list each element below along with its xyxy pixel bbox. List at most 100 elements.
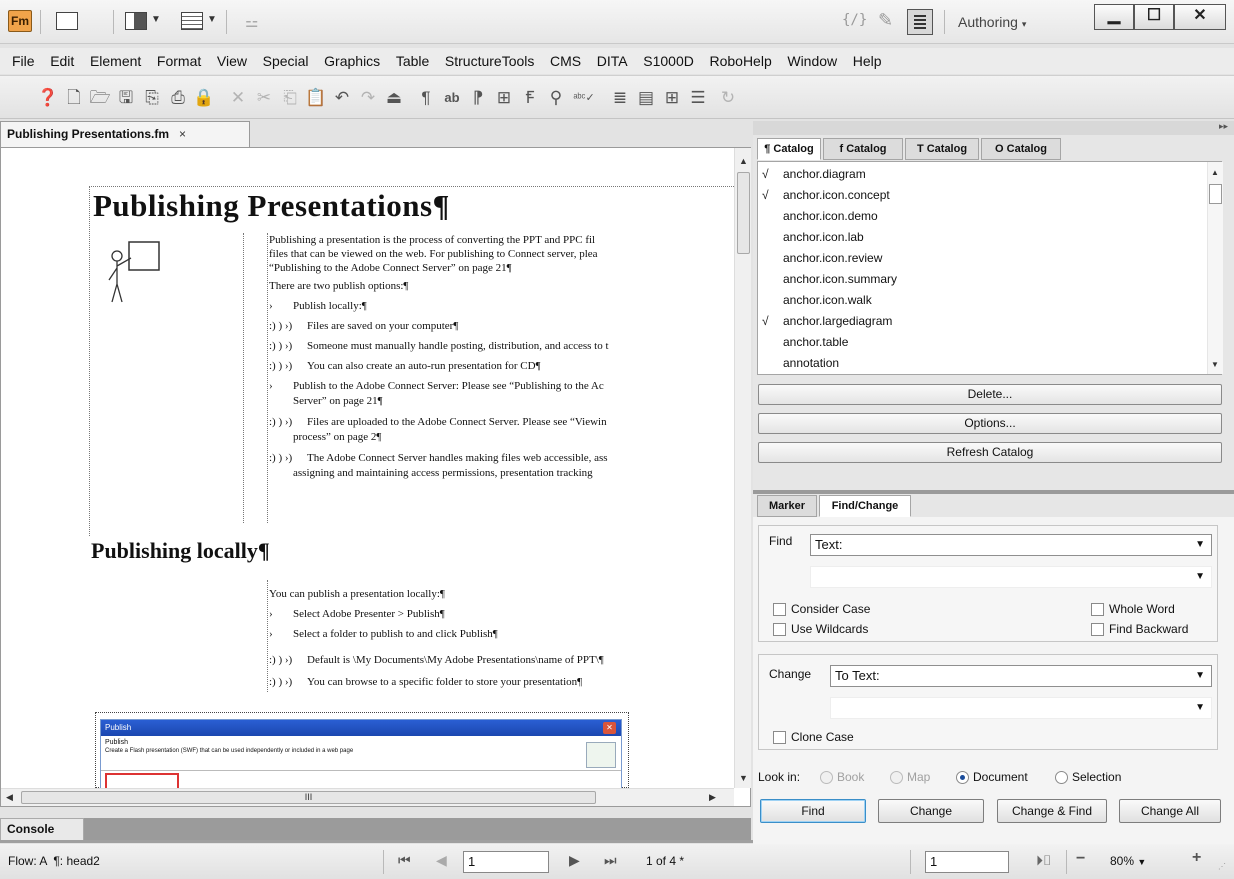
menu-format[interactable]: Format: [157, 48, 201, 74]
delete-icon[interactable]: ✕: [226, 86, 250, 110]
menu-table[interactable]: Table: [396, 48, 429, 74]
use-wildcards-checkbox[interactable]: [773, 623, 786, 636]
chevron-down-icon[interactable]: ▼: [151, 14, 161, 25]
menu-view[interactable]: View: [217, 48, 247, 74]
menu-element[interactable]: Element: [90, 48, 141, 74]
workspace-switcher[interactable]: Authoring ▾: [958, 14, 1026, 30]
insert-table-icon[interactable]: ⊞: [660, 86, 684, 110]
whole-word-checkbox[interactable]: [1091, 603, 1104, 616]
undo-icon[interactable]: ↶: [330, 86, 354, 110]
list-item[interactable]: anchor.icon.demo: [762, 206, 878, 227]
spell-check-icon[interactable]: ᵃᵇᶜ✓: [572, 86, 596, 110]
tab-marker[interactable]: Marker: [757, 495, 817, 517]
tab-find-change[interactable]: Find/Change: [819, 495, 911, 517]
zoom-in-icon[interactable]: +: [1192, 849, 1201, 867]
previous-page-icon[interactable]: ◀: [436, 852, 447, 869]
scroll-up-icon[interactable]: ▲: [1211, 168, 1219, 177]
paragraph-icon[interactable]: ¶: [414, 86, 438, 110]
paste-icon[interactable]: 📋: [304, 86, 328, 110]
panel-splitter[interactable]: [753, 490, 1234, 494]
center-align-icon[interactable]: ☰: [686, 86, 710, 110]
minimize-button[interactable]: ▁: [1094, 4, 1134, 30]
chevron-down-icon[interactable]: ▼: [207, 14, 217, 25]
text-replace-icon[interactable]: ab: [440, 86, 464, 110]
table-format-icon[interactable]: ⊞: [492, 86, 516, 110]
delete-button[interactable]: Delete...: [758, 384, 1222, 405]
lock-icon[interactable]: 🔒: [192, 86, 216, 110]
consider-case-checkbox[interactable]: [773, 603, 786, 616]
scroll-left-icon[interactable]: ◀: [6, 792, 13, 803]
open-folder-icon[interactable]: 🗁: [88, 86, 112, 110]
close-icon[interactable]: ×: [179, 127, 186, 141]
cut-icon[interactable]: ✂: [252, 86, 276, 110]
go-to-icon[interactable]: ⏵⌷: [1036, 852, 1051, 869]
clone-case-checkbox[interactable]: [773, 731, 786, 744]
menu-edit[interactable]: Edit: [50, 48, 74, 74]
list-item[interactable]: anchor.icon.walk: [762, 290, 872, 311]
menu-cms[interactable]: CMS: [550, 48, 581, 74]
menu-window[interactable]: Window: [787, 48, 837, 74]
menu-robohelp[interactable]: RoboHelp: [709, 48, 771, 74]
tab-console[interactable]: Console: [0, 818, 84, 840]
maximize-button[interactable]: ☐: [1134, 4, 1174, 30]
scroll-up-icon[interactable]: ▲: [739, 156, 748, 166]
zoom-out-icon[interactable]: −: [1076, 850, 1085, 868]
vertical-scrollbar[interactable]: ▲ ▼: [734, 148, 751, 788]
last-page-icon[interactable]: ⏭: [604, 852, 617, 869]
list-item[interactable]: √ anchor.icon.concept: [762, 185, 890, 206]
help-icon[interactable]: ❓: [36, 86, 60, 110]
tab-publishing-presentations[interactable]: Publishing Presentations.fm ×: [0, 121, 250, 147]
menu-file[interactable]: File: [12, 48, 35, 74]
menu-special[interactable]: Special: [263, 48, 309, 74]
scroll-thumb[interactable]: III: [21, 791, 596, 804]
scroll-thumb[interactable]: [1209, 184, 1222, 204]
scroll-down-icon[interactable]: ▼: [739, 773, 748, 783]
scroll-right-icon[interactable]: ▶: [709, 792, 716, 803]
map-radio[interactable]: [890, 771, 903, 784]
collapse-panel-icon[interactable]: ▸▸: [1219, 121, 1228, 131]
code-view-icon[interactable]: {/}: [842, 12, 867, 28]
find-text-input[interactable]: ▼: [810, 566, 1212, 588]
scroll-down-icon[interactable]: ▼: [1211, 360, 1219, 369]
frame-icon[interactable]: ▤: [634, 86, 658, 110]
document-radio[interactable]: [956, 771, 969, 784]
page-number-input[interactable]: 1: [463, 851, 549, 873]
menu-help[interactable]: Help: [853, 48, 882, 74]
next-page-icon[interactable]: ▶: [569, 852, 580, 869]
print-icon[interactable]: ⎙: [166, 86, 190, 110]
tab-font-catalog[interactable]: f Catalog: [823, 138, 903, 160]
catalog-list[interactable]: √ anchor.diagram √ anchor.icon.concept anc…: [757, 161, 1223, 375]
import-icon[interactable]: ⎘: [140, 86, 164, 110]
change-text-input[interactable]: ▼: [830, 697, 1212, 719]
refresh-catalog-button[interactable]: Refresh Catalog: [758, 442, 1222, 463]
align-icon[interactable]: ≣: [608, 86, 632, 110]
horizontal-scrollbar[interactable]: ◀ III ▶: [1, 788, 734, 806]
options-button[interactable]: Options...: [758, 413, 1222, 434]
document-view-icon[interactable]: [907, 9, 933, 35]
change-button[interactable]: Change: [878, 799, 984, 823]
selection-radio[interactable]: [1055, 771, 1068, 784]
vertical-scrollbar[interactable]: ▲ ▼: [1207, 162, 1223, 374]
redo-icon[interactable]: ↷: [356, 86, 380, 110]
book-radio[interactable]: [820, 771, 833, 784]
save-icon[interactable]: 🖫: [114, 86, 138, 110]
menu-graphics[interactable]: Graphics: [324, 48, 380, 74]
change-all-button[interactable]: Change All: [1119, 799, 1221, 823]
list-item[interactable]: anchor.icon.review: [762, 248, 882, 269]
refresh-icon[interactable]: ↻: [716, 86, 740, 110]
menu-dita[interactable]: DITA: [597, 48, 628, 74]
menu-structuretools[interactable]: StructureTools: [445, 48, 534, 74]
list-item[interactable]: anchor.icon.summary: [762, 269, 897, 290]
list-item[interactable]: √ anchor.diagram: [762, 164, 866, 185]
list-item[interactable]: annotation: [762, 353, 839, 374]
paragraph-format-icon[interactable]: ⁋: [466, 86, 490, 110]
new-document-icon[interactable]: 🗋: [62, 86, 86, 110]
character-format-icon[interactable]: Ꞙ: [518, 86, 542, 110]
list-item[interactable]: √ anchor.largediagram: [762, 311, 892, 332]
find-backward-checkbox[interactable]: [1091, 623, 1104, 636]
first-page-icon[interactable]: ⏮: [398, 852, 411, 869]
pencil-icon[interactable]: ✎: [878, 10, 893, 31]
tab-paragraph-catalog[interactable]: ¶ Catalog: [757, 138, 821, 160]
change-type-select[interactable]: To Text: ▼: [830, 665, 1212, 687]
find-button[interactable]: Find: [760, 799, 866, 823]
